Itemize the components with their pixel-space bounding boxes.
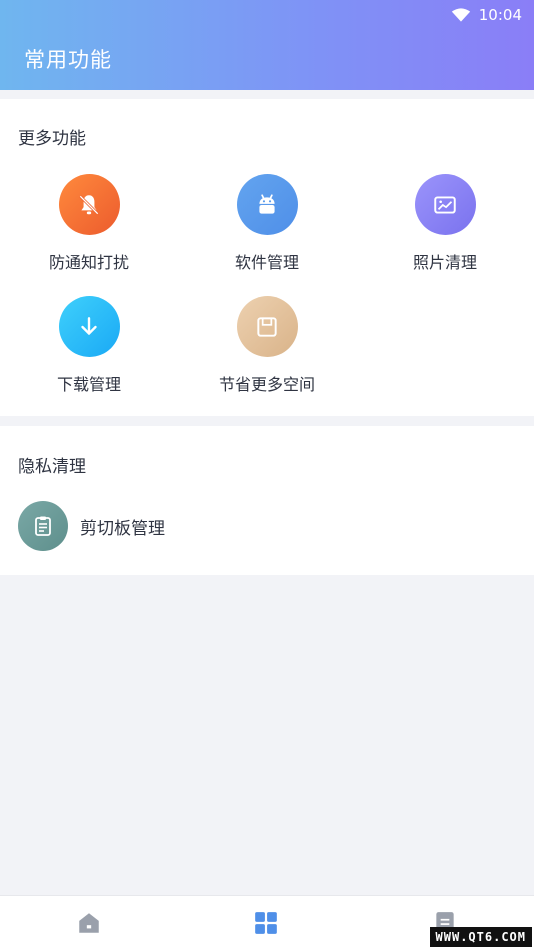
watermark: WWW.QT6.COM (429, 927, 532, 947)
home-icon (79, 913, 99, 933)
app-header: 10:04 常用功能 (0, 0, 534, 90)
feature-notification-block[interactable]: 防通知打扰 (14, 174, 164, 273)
download-circle (58, 296, 120, 357)
section-title-privacy: 隐私清理 (18, 457, 86, 477)
feature-photo-cleanup[interactable]: 照片清理 (370, 174, 520, 273)
clipboard-circle (18, 501, 68, 551)
feature-label: 防通知打扰 (48, 253, 129, 272)
feature-label: 节省更多空间 (218, 375, 315, 394)
page-title: 常用功能 (24, 48, 112, 72)
feature-label: 下载管理 (56, 375, 121, 394)
download-icon (81, 316, 97, 335)
wifi-icon (451, 8, 470, 22)
clipboard-icon (35, 516, 51, 536)
save-circle (236, 296, 298, 357)
feature-download-manager[interactable]: 下载管理 (14, 296, 164, 395)
feature-app-manager[interactable]: 软件管理 (192, 174, 342, 273)
status-bar: 10:04 (451, 5, 522, 25)
nav-home[interactable] (74, 908, 104, 938)
grid-icon (255, 912, 277, 934)
status-time: 10:04 (478, 6, 522, 24)
image-circle (414, 174, 476, 235)
android-circle (236, 174, 298, 235)
section-title-more: 更多功能 (18, 129, 86, 149)
save-icon (257, 316, 277, 337)
bell-off-icon (79, 194, 99, 215)
more-features-card: 更多功能 防通知打扰 软件管理 照片清理 下载管理 节省更多空间 (0, 99, 534, 416)
nav-tools[interactable] (251, 908, 281, 938)
image-icon (434, 195, 456, 214)
feature-save-space[interactable]: 节省更多空间 (192, 296, 342, 395)
bell-off-circle (58, 174, 120, 235)
clipboard-manager-item[interactable]: 剪切板管理 (18, 501, 165, 551)
android-icon (259, 193, 275, 214)
privacy-card: 隐私清理 剪切板管理 (0, 426, 534, 575)
feature-label: 照片清理 (412, 253, 477, 272)
clipboard-manager-label: 剪切板管理 (80, 518, 165, 539)
feature-label: 软件管理 (234, 253, 299, 272)
